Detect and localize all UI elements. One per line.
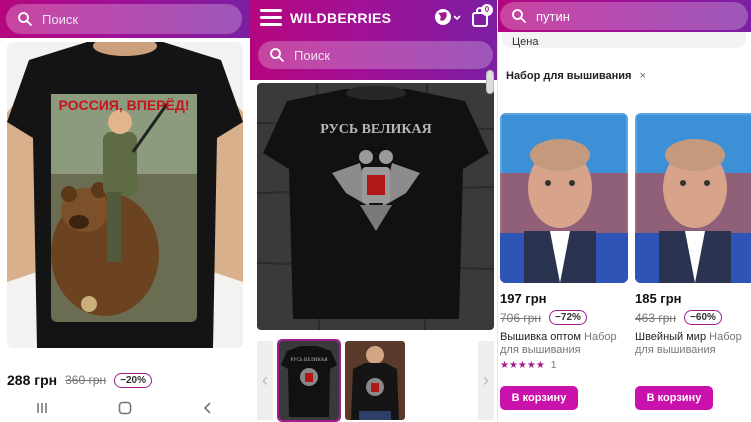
search-query: путин (536, 8, 570, 24)
tshirt-photo: РОССИЯ, ВПЕРЁД! (7, 42, 243, 348)
shirt-print-text: РУСЬ ВЕЛИКАЯ (320, 122, 432, 137)
search-input[interactable]: Поиск (258, 41, 493, 69)
price-row: 288 грн 360 грн −20% (7, 372, 152, 388)
product-card[interactable]: 197 грн 706 грн −72% Вышивка оптом Набор… (500, 113, 628, 410)
price-filter-label: Цена (502, 32, 746, 48)
search-input[interactable]: Поиск (6, 4, 242, 34)
app-logo[interactable]: WILDBERRIES (290, 10, 391, 26)
cart-count-badge: 0 (481, 4, 493, 16)
rating: ★★★★★ 1 (500, 360, 628, 371)
discount-badge: −60% (684, 310, 722, 325)
discount-badge: −72% (549, 310, 587, 325)
search-results-screen: путин Цена Набор для вышивания × 197 грн… (497, 0, 751, 422)
search-placeholder: Поиск (294, 47, 331, 63)
price: 197 грн (500, 291, 547, 306)
thumbnail-1[interactable]: РУСЬ ВЕЛИКАЯ (277, 339, 341, 422)
search-icon (512, 9, 526, 23)
product-image[interactable] (635, 113, 751, 283)
brand: Швейный мир (635, 331, 707, 343)
next-image-arrow[interactable]: › (478, 341, 494, 420)
scroll-handle[interactable] (486, 70, 494, 94)
image-thumbnails: ‹ РУСЬ ВЕЛИКАЯ › (257, 339, 494, 422)
search-icon (270, 48, 284, 62)
product-screen-rus-velikaya: WILDBERRIES 0 Поиск РУСЬ ВЕЛИКАЯ ‹ РУСЬ … (250, 0, 497, 422)
product-screen-russia-tshirt: Поиск РОССИЯ, ВПЕРЁД! 288 грн 360 грн −2… (0, 0, 250, 422)
back-icon[interactable] (196, 398, 220, 418)
price-filter-dropdown[interactable]: Цена (498, 32, 751, 54)
search-input[interactable]: путин (500, 2, 748, 30)
add-to-cart-button[interactable]: В корзину (500, 386, 578, 410)
product-card[interactable]: 185 грн 463 грн −60% Швейный мир Набор д… (635, 113, 751, 410)
old-price: 463 грн (635, 310, 677, 325)
menu-icon[interactable] (260, 9, 282, 27)
search-icon (18, 12, 32, 26)
product-image[interactable] (500, 113, 628, 283)
product-name: Вышивка оптом Набор для вышивания (500, 331, 628, 357)
discount-badge: −20% (114, 372, 152, 388)
active-filter-label: Набор для вышивания (506, 70, 632, 82)
android-nav-bar (0, 394, 250, 422)
active-filter-chip: Набор для вышивания × (506, 70, 646, 82)
remove-filter-icon[interactable]: × (639, 70, 645, 82)
price: 185 грн (635, 291, 682, 306)
product-name: Швейный мир Набор для вышивания (635, 331, 751, 357)
old-price: 706 грн (500, 310, 542, 325)
thumb-print-text: РУСЬ ВЕЛИКАЯ (290, 358, 328, 363)
search-placeholder: Поиск (42, 11, 79, 27)
product-main-image[interactable]: РУСЬ ВЕЛИКАЯ (257, 83, 494, 330)
thumbnail-2[interactable] (345, 341, 405, 420)
product-image[interactable]: РОССИЯ, ВПЕРЁД! (7, 42, 243, 348)
price: 288 грн (7, 372, 58, 388)
home-icon[interactable] (113, 398, 137, 418)
add-to-cart-button[interactable]: В корзину (635, 386, 713, 410)
shirt-print-text: РОССИЯ, ВПЕРЁД! (58, 97, 189, 113)
globe-icon[interactable] (433, 7, 463, 27)
brand: Вышивка оптом (500, 331, 581, 343)
recents-icon[interactable] (30, 398, 54, 418)
old-price: 360 грн (65, 373, 107, 387)
prev-image-arrow[interactable]: ‹ (257, 341, 273, 420)
review-count: 1 (550, 360, 557, 371)
star-icon: ★★★★★ (500, 360, 545, 371)
black-tshirt-photo: РУСЬ ВЕЛИКАЯ (257, 83, 494, 330)
